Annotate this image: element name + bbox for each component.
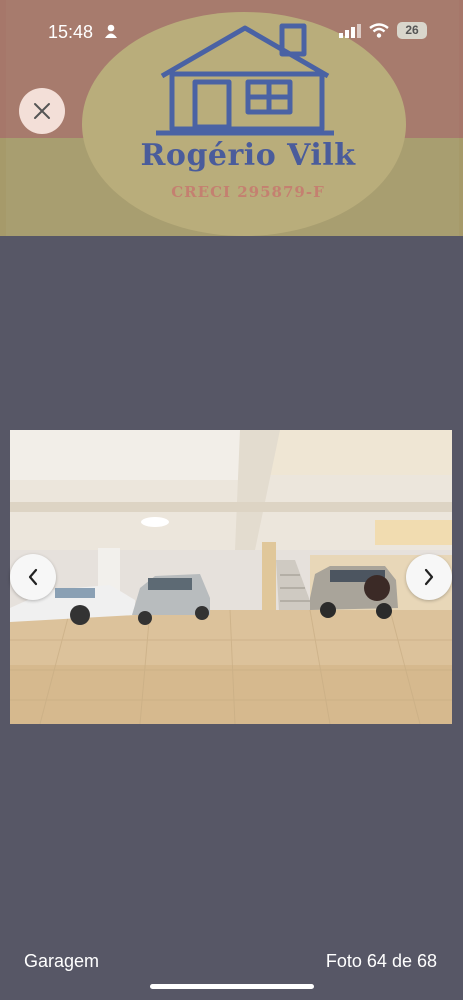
photo-caption: Garagem [24, 951, 100, 971]
watermark-name: Rogério Vilk [140, 138, 356, 173]
person-icon [105, 24, 117, 38]
gallery-photo [10, 430, 452, 724]
status-indicators: 26 [339, 22, 427, 39]
status-time: 15:48 [48, 22, 94, 42]
photo-counter: Foto 64 de 68 [325, 951, 437, 971]
battery-indicator: 26 [397, 22, 427, 39]
garage-photo-illustration [10, 430, 452, 724]
close-button[interactable] [19, 88, 65, 134]
signal-icon [339, 23, 361, 38]
chevron-left-icon [28, 568, 38, 586]
watermark-creci: CRECI 295879-F [171, 183, 325, 201]
home-indicator[interactable] [150, 984, 314, 989]
wifi-icon [369, 23, 389, 38]
close-icon [34, 103, 50, 119]
previous-photo-button[interactable] [10, 554, 56, 600]
chevron-right-icon [424, 568, 434, 586]
house-logo-icon [156, 23, 334, 136]
next-photo-button[interactable] [406, 554, 452, 600]
